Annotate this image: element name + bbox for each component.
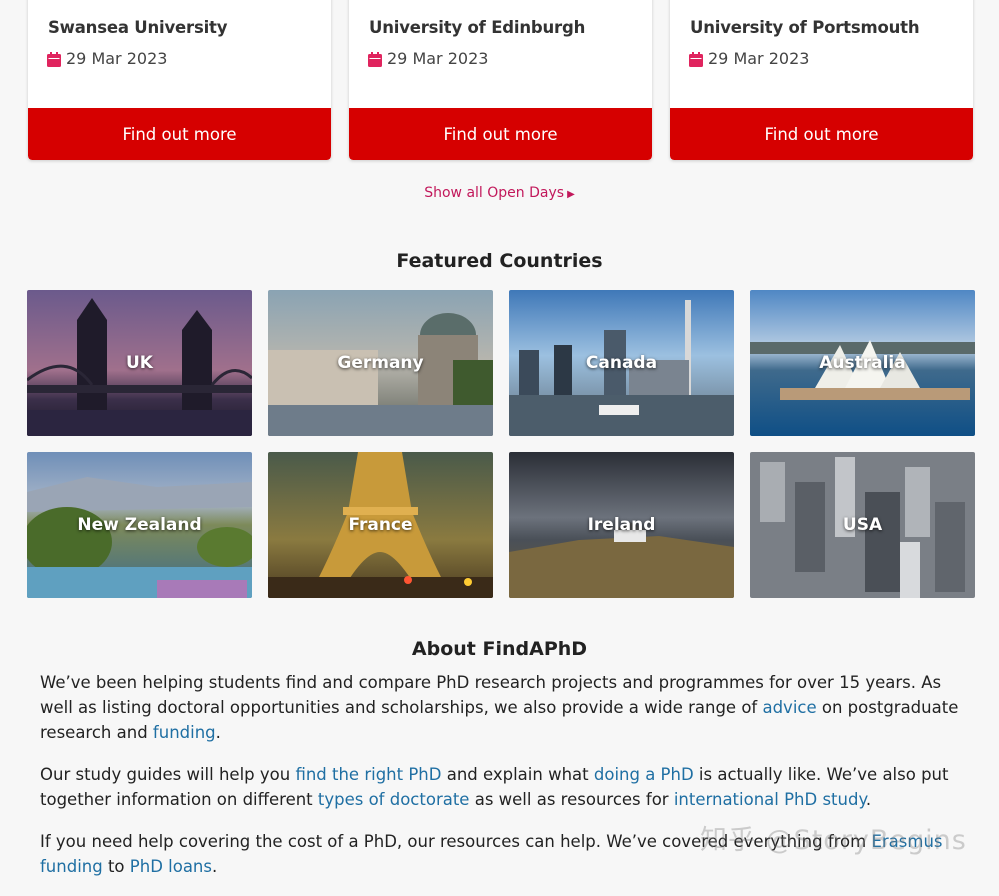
about-title: About FindAPhD <box>411 638 588 660</box>
about-text: as well as resources for <box>469 790 674 809</box>
about-text: and explain what <box>441 765 594 784</box>
country-name: Germany <box>337 353 424 373</box>
open-day-card: University of Edinburgh 29 Mar 2023 Find… <box>349 0 652 160</box>
country-tile-usa[interactable]: USA <box>750 452 975 598</box>
about-text: . <box>211 857 218 876</box>
featured-countries-title: Featured Countries <box>396 250 603 272</box>
university-name: University of Edinburgh <box>369 18 586 37</box>
country-tile-canada[interactable]: Canada <box>509 290 734 436</box>
country-name: USA <box>842 515 883 535</box>
country-tile-uk[interactable]: UK <box>27 290 252 436</box>
calendar-icon <box>47 51 61 67</box>
country-name: Canada <box>585 353 658 373</box>
country-tile-ireland[interactable]: Ireland <box>509 452 734 598</box>
show-all-label: Show all Open Days <box>424 185 565 201</box>
country-name: UK <box>126 353 153 373</box>
find-out-more-button[interactable]: Find out more <box>349 108 652 160</box>
calendar-icon <box>368 51 382 67</box>
open-day-card: Swansea University 29 Mar 2023 Find out … <box>28 0 331 160</box>
open-day-date: 29 Mar 2023 <box>47 49 167 68</box>
country-tile-australia[interactable]: Australia <box>750 290 975 436</box>
show-all-open-days-link[interactable]: Show all Open Days ▶ <box>0 185 999 201</box>
find-out-more-button[interactable]: Find out more <box>670 108 973 160</box>
university-name: Swansea University <box>48 18 228 37</box>
country-tile-germany[interactable]: Germany <box>268 290 493 436</box>
about-text: Our study guides will help you <box>40 765 296 784</box>
about-paragraph-1: We’ve been helping students find and com… <box>40 670 960 745</box>
university-name: University of Portsmouth <box>690 18 920 37</box>
international-phd-study-link[interactable]: international PhD study <box>674 790 866 809</box>
open-day-card: University of Portsmouth 29 Mar 2023 Fin… <box>670 0 973 160</box>
about-body: We’ve been helping students find and com… <box>40 670 960 896</box>
about-paragraph-2: Our study guides will help you find the … <box>40 762 960 812</box>
types-of-doctorate-link[interactable]: types of doctorate <box>318 790 470 809</box>
country-tile-france[interactable]: France <box>268 452 493 598</box>
about-text: . <box>215 723 221 742</box>
country-name: New Zealand <box>77 515 202 535</box>
calendar-icon <box>689 51 703 67</box>
phd-loans-link[interactable]: PhD loans <box>130 857 212 876</box>
find-out-more-button[interactable]: Find out more <box>28 108 331 160</box>
open-day-date: 29 Mar 2023 <box>689 49 809 68</box>
open-day-date: 29 Mar 2023 <box>368 49 488 68</box>
date-text: 29 Mar 2023 <box>708 49 810 68</box>
funding-link[interactable]: funding <box>153 723 216 742</box>
country-name: Ireland <box>587 515 656 535</box>
caret-right-icon: ▶ <box>567 189 575 200</box>
advice-link[interactable]: advice <box>762 698 816 717</box>
date-text: 29 Mar 2023 <box>387 49 489 68</box>
doing-a-phd-link[interactable]: doing a PhD <box>594 765 694 784</box>
about-text: . <box>865 790 872 809</box>
watermark: 知乎 @StoryBegins <box>700 825 967 856</box>
country-tile-new-zealand[interactable]: New Zealand <box>27 452 252 598</box>
find-the-right-phd-link[interactable]: find the right PhD <box>295 765 441 784</box>
about-text: to <box>102 857 130 876</box>
country-name: France <box>348 515 413 535</box>
country-name: Australia <box>819 353 906 373</box>
date-text: 29 Mar 2023 <box>66 49 168 68</box>
